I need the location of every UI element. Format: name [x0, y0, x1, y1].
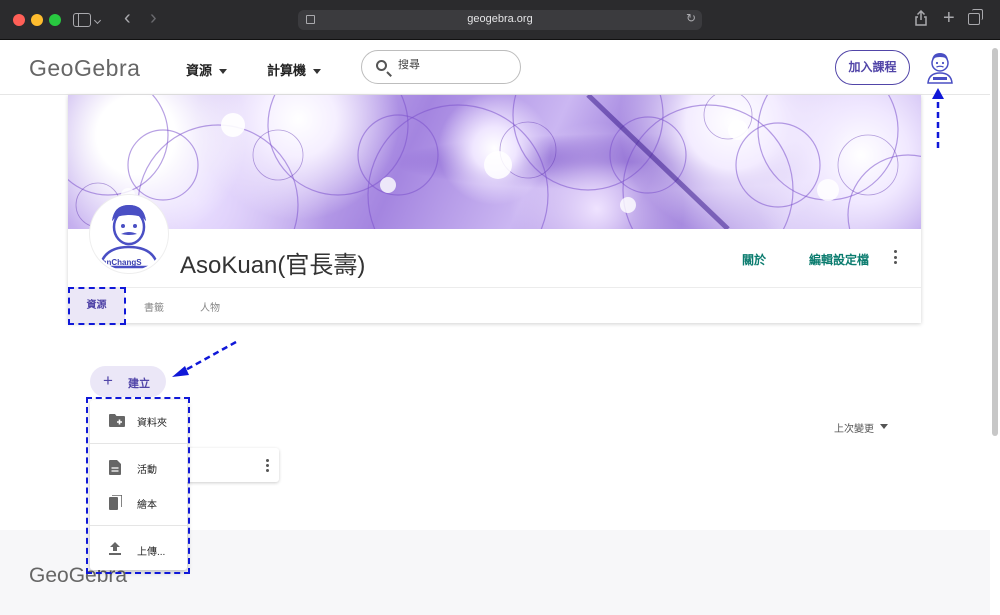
zoom-window-button[interactable] — [49, 14, 61, 26]
menu-item-folder[interactable]: 資料夾 — [90, 405, 187, 435]
scrollbar[interactable] — [992, 48, 998, 436]
profile-avatar[interactable]: anChangS — [90, 195, 168, 273]
chevron-down-icon[interactable] — [93, 16, 102, 25]
resources-menu[interactable]: 資源 — [186, 60, 228, 79]
menu-item-book[interactable]: 繪本 — [90, 487, 187, 517]
address-bar[interactable]: geogebra.org ↻ — [298, 10, 702, 30]
book-icon — [109, 494, 123, 510]
plus-icon: + — [103, 371, 113, 390]
menu-item-upload[interactable]: 上傳... — [90, 534, 187, 564]
tab-overview-icon[interactable] — [968, 9, 983, 25]
menu-item-label: 資料夾 — [137, 418, 167, 429]
annotation-arrow-icon — [172, 340, 237, 377]
join-class-button[interactable]: 加入課程 — [835, 50, 910, 85]
avatar-caption: anChangS — [102, 258, 142, 267]
menu-divider — [90, 525, 187, 526]
annotation-arrow-icon — [932, 88, 944, 148]
share-icon[interactable] — [914, 9, 928, 32]
menu-divider — [90, 443, 187, 444]
back-arrow-icon[interactable]: ‹ — [124, 8, 131, 28]
sort-dropdown[interactable]: 上次變更 — [834, 420, 874, 435]
caret-down-icon — [313, 69, 322, 75]
divider — [68, 287, 921, 288]
calculator-menu-label: 計算機 — [267, 63, 307, 78]
tab-people[interactable]: 人物 — [200, 299, 220, 314]
caret-down-icon — [219, 69, 228, 75]
sidebar-toggle-icon[interactable] — [73, 13, 91, 27]
minimize-window-button[interactable] — [31, 14, 43, 26]
menu-item-label: 上傳... — [137, 547, 166, 558]
profile-banner — [68, 95, 921, 229]
upload-icon — [109, 542, 123, 556]
browser-toolbar: ‹ › geogebra.org ↻ + — [0, 0, 1000, 40]
caret-down-icon[interactable] — [880, 424, 888, 429]
search-input[interactable] — [398, 59, 508, 71]
create-button-label: 建立 — [128, 378, 150, 390]
url-text[interactable]: geogebra.org — [298, 13, 702, 25]
webpage: GeoGebra 資源 計算機 加入課程 — [0, 40, 1000, 615]
edit-profile-link[interactable]: 編輯設定檔 — [809, 251, 869, 268]
search-icon — [376, 60, 387, 71]
create-button[interactable]: + 建立 — [90, 366, 166, 397]
more-options-icon[interactable] — [894, 250, 898, 266]
menu-item-activity[interactable]: 活動 — [90, 452, 187, 482]
document-icon — [109, 460, 123, 475]
tab-bookmarks[interactable]: 書籤 — [144, 299, 164, 314]
user-avatar[interactable] — [925, 50, 955, 84]
menu-item-label: 活動 — [137, 465, 157, 476]
about-link[interactable]: 關於 — [742, 251, 766, 268]
calculator-menu[interactable]: 計算機 — [267, 60, 322, 79]
new-tab-icon[interactable]: + — [943, 8, 955, 28]
site-header: GeoGebra 資源 計算機 加入課程 — [0, 40, 990, 95]
more-options-icon[interactable] — [266, 459, 269, 474]
geogebra-logo[interactable]: GeoGebra — [29, 55, 140, 82]
reload-icon[interactable]: ↻ — [686, 11, 696, 25]
create-menu: 資料夾 活動 繪本 上傳... — [90, 400, 187, 570]
profile-card: anChangS AsoKuan(官長壽) 關於 編輯設定檔 資源 書籤 人物 — [68, 95, 921, 323]
close-window-button[interactable] — [13, 14, 25, 26]
resources-menu-label: 資源 — [186, 63, 213, 78]
tab-resources[interactable]: 資源 — [68, 288, 125, 323]
resource-card[interactable] — [180, 448, 279, 482]
menu-item-label: 繪本 — [137, 500, 157, 511]
profile-name: AsoKuan(官長壽) — [180, 252, 366, 279]
folder-add-icon — [109, 413, 125, 427]
forward-arrow-icon[interactable]: › — [150, 8, 157, 28]
search-box[interactable] — [361, 50, 521, 84]
